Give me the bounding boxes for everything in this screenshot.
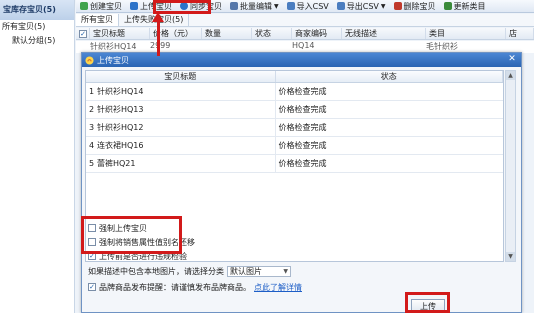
- annotation-arrow-icon: [152, 12, 164, 22]
- upload-icon: [130, 2, 138, 10]
- row-title: 针织衫HQ12: [97, 123, 144, 132]
- annotation-box-upload-button: [405, 292, 450, 313]
- row-status: 价格检查完成: [278, 87, 327, 96]
- col-item-title[interactable]: 宝贝标题: [86, 71, 276, 82]
- tab-all-items[interactable]: 所有宝贝: [76, 14, 119, 26]
- create-item-button[interactable]: 创建宝贝: [76, 0, 126, 12]
- image-category-option: 如果描述中包含本地图片，请选择分类 默认图片 ▼: [88, 265, 291, 277]
- table-row[interactable]: 5 蕾裤HQ21 价格检查完成: [86, 155, 503, 173]
- update-icon: [443, 2, 452, 10]
- grid-col-title[interactable]: 宝贝标题: [90, 28, 150, 39]
- dropdown-arrow-icon: ▼: [274, 2, 279, 10]
- export-csv-button[interactable]: 导出CSV ▼: [333, 0, 390, 12]
- col-status[interactable]: 状态: [276, 71, 503, 82]
- grid-col-status[interactable]: 状态: [252, 28, 292, 39]
- delete-icon: [393, 2, 402, 10]
- table-row[interactable]: 4 连衣裙HQ16 价格检查完成: [86, 137, 503, 155]
- select-all-checkbox[interactable]: ✓: [79, 30, 87, 38]
- annotation-arrow-shaft: [157, 20, 160, 56]
- grid-col-merchant-code[interactable]: 商家编码: [292, 28, 342, 39]
- sidebar-title: 宝库存宝贝(5): [0, 0, 74, 20]
- dialog-title-bar[interactable]: 上传宝贝: [82, 53, 521, 67]
- upload-dialog: 上传宝贝 ✕ 宝贝标题 状态 1 针织衫HQ14 价格检查完成 2 针织衫HQ13 …: [81, 52, 522, 313]
- create-icon: [80, 2, 88, 10]
- row-title: 蕾裤HQ21: [97, 159, 136, 168]
- row-status: 价格检查完成: [278, 123, 327, 132]
- row-title: 针织衫HQ14: [97, 87, 144, 96]
- upload-table-header: 宝贝标题 状态: [86, 71, 503, 83]
- dialog-title: 上传宝贝: [97, 55, 129, 65]
- sidebar-item-default-group[interactable]: 默认分组(5): [0, 34, 74, 48]
- import-icon: [286, 2, 295, 10]
- chevron-down-icon: ▼: [283, 267, 288, 275]
- row-status: 价格检查完成: [278, 105, 327, 114]
- row-title: 针织衫HQ13: [97, 105, 144, 114]
- tab-strip: 所有宝贝 上传失败宝贝(5): [76, 14, 534, 27]
- import-csv-button[interactable]: 导入CSV: [283, 0, 333, 12]
- close-icon[interactable]: ✕: [506, 54, 518, 65]
- scroll-up-icon[interactable]: ▲: [506, 71, 515, 80]
- row-status: 价格检查完成: [278, 159, 327, 168]
- app-logo-icon: [85, 55, 94, 65]
- export-icon: [336, 2, 345, 10]
- update-category-button[interactable]: 更新类目: [440, 0, 490, 12]
- grid-check-column[interactable]: ✓: [76, 28, 90, 39]
- row-title: 连衣裙HQ16: [97, 141, 144, 150]
- annotation-box-options: [81, 216, 182, 254]
- delete-item-button[interactable]: 删除宝贝: [390, 0, 440, 12]
- table-row[interactable]: 3 针织衫HQ12 价格检查完成: [86, 119, 503, 137]
- grid-col-quantity[interactable]: 数量: [202, 28, 252, 39]
- batch-edit-icon: [230, 2, 238, 10]
- toolbar: 创建宝贝 上传宝贝 同步宝贝 批量编辑 ▼ 导入CSV 导出CSV ▼ 删除宝贝 更…: [76, 0, 534, 13]
- brand-reminder-option[interactable]: ✓ 品牌商品发布提醒：请谨慎发布品牌商品。 点此了解详情: [88, 281, 302, 293]
- sidebar-item-all[interactable]: 所有宝贝(5): [0, 20, 74, 34]
- scroll-down-icon[interactable]: ▼: [506, 252, 515, 261]
- grid-col-store[interactable]: 店: [506, 28, 534, 39]
- grid-col-category[interactable]: 类目: [426, 28, 506, 39]
- sidebar: 宝库存宝贝(5) 所有宝贝(5) 默认分组(5): [0, 0, 75, 313]
- brand-details-link[interactable]: 点此了解详情: [254, 282, 302, 293]
- image-category-select[interactable]: 默认图片 ▼: [227, 265, 291, 277]
- batch-edit-button[interactable]: 批量编辑 ▼: [226, 0, 283, 12]
- brand-reminder-checkbox[interactable]: ✓: [88, 283, 96, 291]
- table-row[interactable]: 1 针织衫HQ14 价格检查完成: [86, 83, 503, 101]
- grid-col-wireless-desc[interactable]: 无线描述: [342, 28, 426, 39]
- grid-header: ✓ 宝贝标题 价格（元） 数量 状态 商家编码 无线描述 类目 店: [76, 28, 534, 40]
- dropdown-arrow-icon: ▼: [380, 2, 386, 10]
- row-status: 价格检查完成: [278, 141, 327, 150]
- table-row[interactable]: 2 针织衫HQ13 价格检查完成: [86, 101, 503, 119]
- vertical-scrollbar[interactable]: ▲ ▼: [505, 70, 516, 262]
